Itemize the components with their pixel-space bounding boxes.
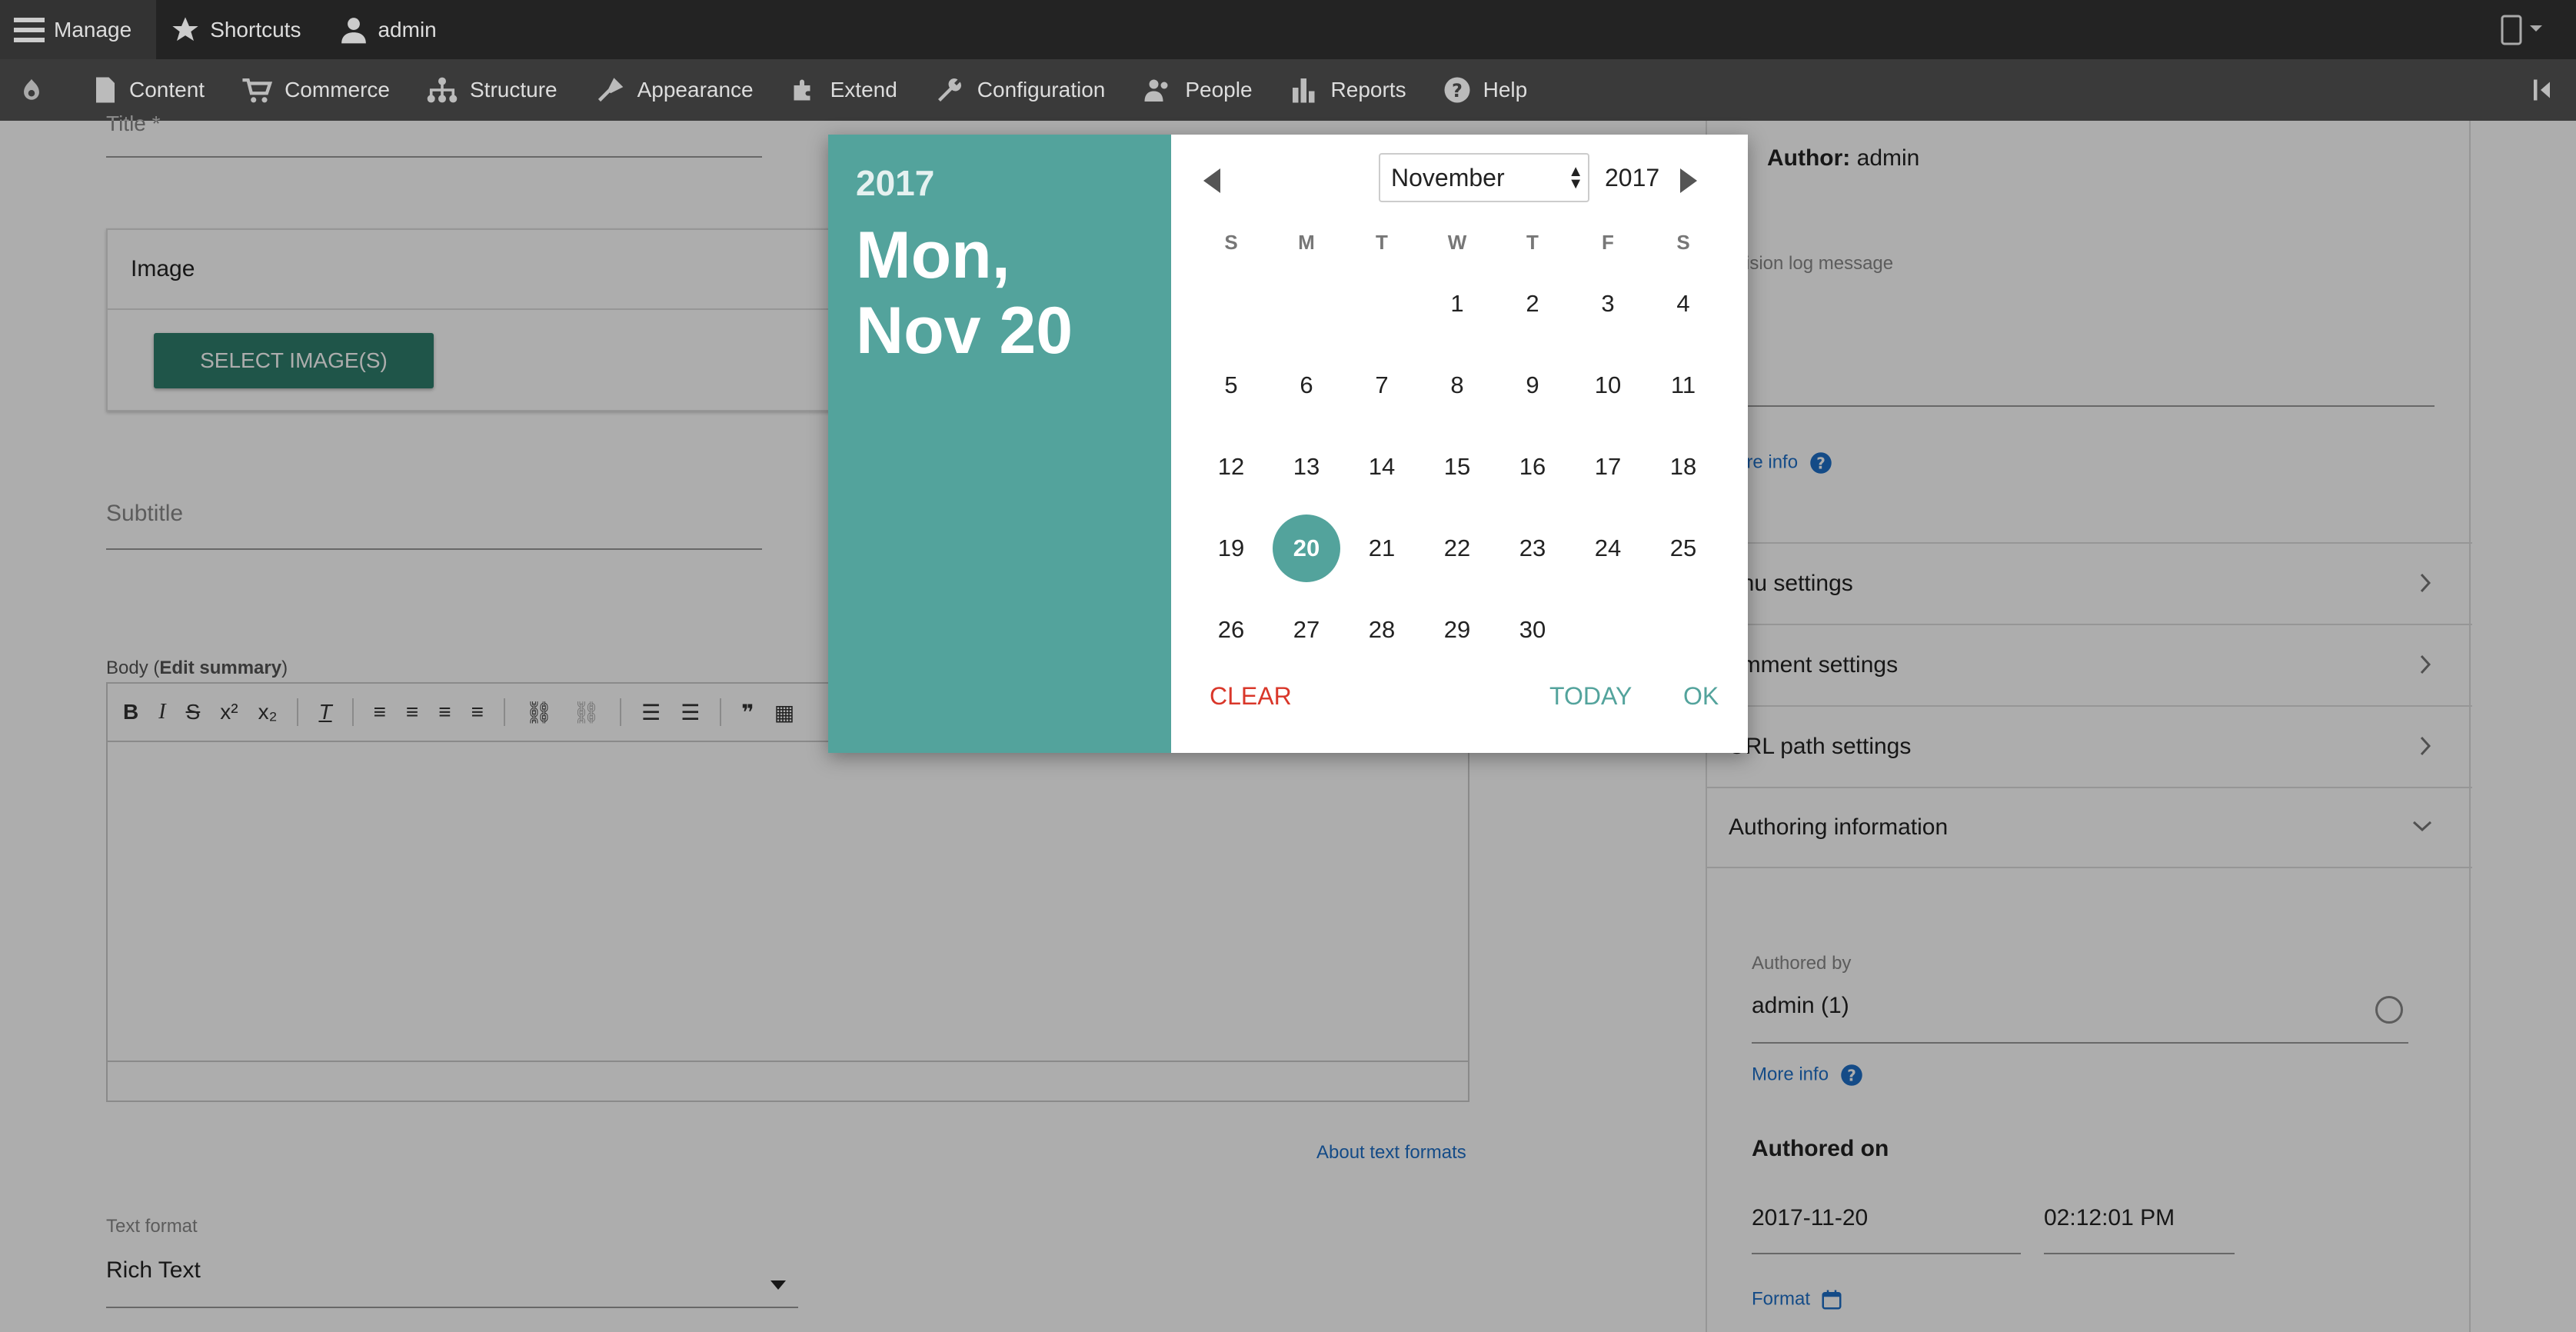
calendar-day[interactable]: 29 <box>1423 596 1491 664</box>
calendar-day[interactable]: 21 <box>1348 514 1416 582</box>
cart-icon <box>242 78 273 103</box>
collapse-icon[interactable] <box>2530 76 2561 104</box>
menu-label: Appearance <box>637 78 754 102</box>
calendar-day[interactable]: 5 <box>1197 351 1265 419</box>
admin-menu: Content Commerce Structure Appearance Ex… <box>0 59 2576 121</box>
weekday-header: M <box>1298 230 1315 254</box>
menu-help[interactable]: ? Help <box>1425 59 1546 121</box>
help-icon: ? <box>1444 77 1470 103</box>
device-icon[interactable] <box>2499 15 2545 45</box>
calendar-day[interactable]: 3 <box>1574 270 1642 338</box>
weekday-header: W <box>1447 230 1467 254</box>
picker-body: November ▲ ▼ 2017 S M T W T F S 1 2 3 4 5 6 7 8 9 10 11 12 1… <box>1171 135 1748 753</box>
structure-icon <box>427 77 458 103</box>
picker-actions: CLEAR TODAY OK <box>1171 673 1748 722</box>
menu-reports[interactable]: Reports <box>1271 59 1425 121</box>
calendar-day[interactable]: 25 <box>1649 514 1717 582</box>
user-toggle[interactable]: admin <box>325 0 461 59</box>
calendar-day[interactable]: 12 <box>1197 433 1265 501</box>
calendar-day[interactable]: 16 <box>1499 433 1566 501</box>
calendar-day[interactable]: 23 <box>1499 514 1566 582</box>
calendar-day[interactable]: 17 <box>1574 433 1642 501</box>
select-spinner-icon: ▲ ▼ <box>1568 163 1583 192</box>
weekday-header: T <box>1526 230 1539 254</box>
svg-text:?: ? <box>1452 80 1463 102</box>
menu-label: Reports <box>1330 78 1406 102</box>
calendar-day[interactable]: 6 <box>1273 351 1340 419</box>
clear-button[interactable]: CLEAR <box>1210 682 1292 711</box>
home-link[interactable] <box>0 59 75 121</box>
calendar-day[interactable]: 18 <box>1649 433 1717 501</box>
star-icon <box>172 16 198 41</box>
month-select[interactable]: November ▲ ▼ <box>1379 153 1589 202</box>
calendar-day[interactable]: 13 <box>1273 433 1340 501</box>
menu-people[interactable]: People <box>1123 59 1270 121</box>
calendar-day[interactable]: 28 <box>1348 596 1416 664</box>
top-toolbar: Manage Shortcuts admin <box>0 0 2576 59</box>
calendar-day[interactable]: 15 <box>1423 433 1491 501</box>
calendar-day[interactable]: 27 <box>1273 596 1340 664</box>
calendar-day[interactable]: 26 <box>1197 596 1265 664</box>
manage-label: Manage <box>54 17 132 42</box>
bar-chart-icon <box>1292 78 1315 103</box>
today-button[interactable]: TODAY <box>1549 682 1632 711</box>
shortcuts-label: Shortcuts <box>210 17 301 42</box>
selected-day[interactable]: 20 <box>1273 514 1340 582</box>
calendar-day[interactable]: 22 <box>1423 514 1491 582</box>
menu-icon <box>14 17 45 42</box>
menu-label: Commerce <box>285 78 390 102</box>
picker-header-day: Nov 20 <box>856 294 1073 368</box>
calendar-day[interactable]: 30 <box>1499 596 1566 664</box>
menu-label: Help <box>1483 78 1528 102</box>
weekday-header: S <box>1224 230 1238 254</box>
picker-header-date: Mon, Nov 20 <box>856 218 1143 368</box>
menu-extend[interactable]: Extend <box>772 59 916 121</box>
picker-nav: November ▲ ▼ 2017 <box>1171 152 1748 207</box>
menu-label: Content <box>129 78 205 102</box>
calendar-day[interactable]: 9 <box>1499 351 1566 419</box>
month-select-value: November <box>1391 163 1505 191</box>
user-icon <box>341 17 367 43</box>
calendar-day[interactable]: 7 <box>1348 351 1416 419</box>
drupal-icon <box>24 78 39 100</box>
menu-label: Structure <box>470 78 557 102</box>
brush-icon <box>597 78 623 102</box>
menu-appearance[interactable]: Appearance <box>576 59 772 121</box>
prev-month-icon[interactable] <box>1203 168 1220 193</box>
calendar-day[interactable]: 14 <box>1348 433 1416 501</box>
picker-header-year[interactable]: 2017 <box>856 162 1143 204</box>
calendar-day[interactable]: 4 <box>1649 270 1717 338</box>
shortcuts-toggle[interactable]: Shortcuts <box>156 0 325 59</box>
menu-configuration[interactable]: Configuration <box>916 59 1124 121</box>
year-value[interactable]: 2017 <box>1605 164 1659 192</box>
date-picker-dialog: 2017 Mon, Nov 20 November ▲ ▼ 2017 SMTWTF… <box>828 135 1748 753</box>
menu-label: Extend <box>830 78 897 102</box>
calendar-day[interactable]: 24 <box>1574 514 1642 582</box>
calendar-day[interactable]: 8 <box>1423 351 1491 419</box>
menu-structure[interactable]: Structure <box>408 59 576 121</box>
menu-commerce[interactable]: Commerce <box>223 59 408 121</box>
calendar-day[interactable]: 19 <box>1197 514 1265 582</box>
picker-header-weekday: Mon, <box>856 218 1010 292</box>
calendar-day[interactable]: 10 <box>1574 351 1642 419</box>
ok-button[interactable]: OK <box>1683 682 1719 711</box>
document-icon <box>96 77 115 103</box>
weekday-header: F <box>1602 230 1614 254</box>
calendar-day[interactable]: 1 <box>1423 270 1491 338</box>
menu-label: People <box>1185 78 1253 102</box>
people-icon <box>1144 79 1168 102</box>
calendar-day[interactable]: 11 <box>1649 351 1717 419</box>
weekday-header: S <box>1676 230 1690 254</box>
next-month-icon[interactable] <box>1680 168 1697 193</box>
puzzle-icon <box>794 79 810 101</box>
calendar-day[interactable]: 2 <box>1499 270 1566 338</box>
picker-header: 2017 Mon, Nov 20 <box>828 135 1171 753</box>
wrench-icon <box>937 78 961 102</box>
menu-label: Configuration <box>977 78 1106 102</box>
manage-toggle[interactable]: Manage <box>0 0 157 59</box>
user-label: admin <box>378 17 437 42</box>
weekday-header: T <box>1376 230 1388 254</box>
